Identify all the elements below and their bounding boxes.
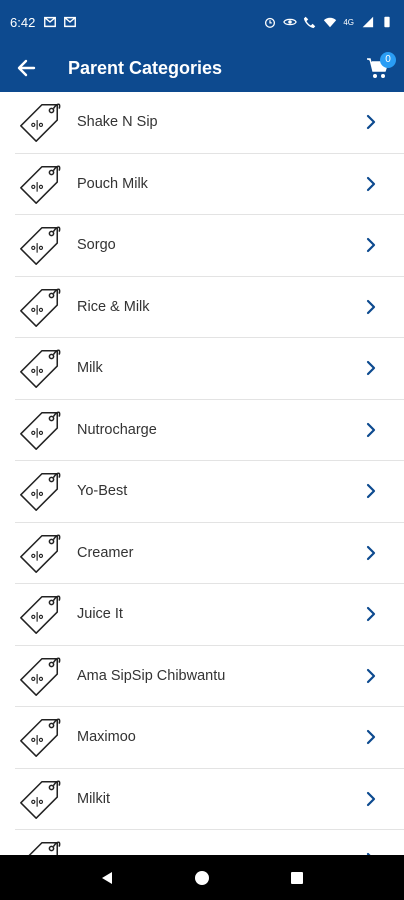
category-label: Sorgo <box>77 237 116 254</box>
price-tag-icon <box>17 591 63 637</box>
category-label: Milk <box>77 360 103 377</box>
battery-icon <box>384 16 390 28</box>
chevron-right-icon <box>364 360 378 376</box>
nav-home-icon[interactable] <box>194 870 210 886</box>
alarm-icon <box>265 17 276 28</box>
network-label: 4G <box>343 17 354 27</box>
nav-back-icon[interactable] <box>99 870 115 886</box>
chevron-right-icon <box>364 545 378 561</box>
chevron-right-icon <box>364 606 378 622</box>
category-item[interactable]: Creamer <box>15 523 404 584</box>
cart-count-badge: 0 <box>380 52 396 68</box>
price-tag-icon <box>17 653 63 699</box>
category-label: Milkit <box>77 790 111 807</box>
category-label: Rice & Milk <box>77 298 150 315</box>
arrow-left-icon <box>17 59 36 77</box>
category-item[interactable] <box>15 830 404 855</box>
price-tag-icon <box>17 284 63 330</box>
price-tag-icon <box>17 345 63 391</box>
chevron-right-icon <box>364 422 378 438</box>
category-label: Ama SipSip Chibwantu <box>77 667 226 684</box>
wifi-call-icon <box>304 16 316 29</box>
chevron-right-icon <box>364 176 378 192</box>
category-item[interactable]: Rice & Milk <box>15 277 404 338</box>
app-bar: Parent Categories 0 <box>0 44 404 92</box>
chevron-right-icon <box>364 668 378 684</box>
chevron-right-icon <box>364 483 378 499</box>
cart-button[interactable]: 0 <box>352 44 404 92</box>
price-tag-icon <box>17 407 63 453</box>
category-label: Juice It <box>77 606 123 623</box>
price-tag-icon <box>17 776 63 822</box>
chevron-right-icon <box>364 791 378 807</box>
page-title: Parent Categories <box>68 57 223 78</box>
status-bar: 6:42 4G <box>0 0 404 44</box>
category-label: Creamer <box>77 544 134 561</box>
category-label: Nutrocharge <box>77 421 157 438</box>
category-label: Pouch Milk <box>77 175 148 192</box>
category-item[interactable]: Ama SipSip Chibwantu <box>15 646 404 707</box>
back-button[interactable] <box>0 44 52 92</box>
category-item[interactable]: Sorgo <box>15 215 404 277</box>
wifi-icon <box>324 17 337 28</box>
gmail-icon <box>44 16 57 28</box>
category-label: Shake N Sip <box>77 114 158 131</box>
chevron-right-icon <box>364 299 378 315</box>
eye-icon <box>283 18 298 26</box>
chevron-right-icon <box>364 237 378 253</box>
price-tag-icon <box>17 530 63 576</box>
price-tag-icon <box>17 99 63 145</box>
chevron-right-icon <box>364 729 378 745</box>
category-item[interactable]: Yo-Best <box>15 461 404 523</box>
status-time: 6:42 <box>10 14 36 30</box>
price-tag-icon <box>17 222 63 268</box>
signal-icon <box>362 16 374 28</box>
category-item[interactable]: Maximoo <box>15 707 404 769</box>
category-list: Shake N Sip Pouch Milk Sorgo Rice & Milk Mil… <box>0 92 404 855</box>
category-item[interactable]: Shake N Sip <box>15 92 404 154</box>
category-label: Yo-Best <box>77 483 128 500</box>
category-item[interactable]: Milk <box>15 338 404 400</box>
price-tag-icon <box>17 468 63 514</box>
nav-recents-icon[interactable] <box>289 870 305 886</box>
category-item[interactable]: Juice It <box>15 584 404 646</box>
category-item[interactable]: Nutrocharge <box>15 400 404 461</box>
chevron-right-icon <box>364 114 378 130</box>
price-tag-icon <box>17 714 63 760</box>
price-tag-icon <box>17 837 63 855</box>
category-item[interactable]: Pouch Milk <box>15 154 404 215</box>
category-item[interactable]: Milkit <box>15 769 404 830</box>
category-label: Maximoo <box>77 729 136 746</box>
system-nav-bar <box>0 855 404 900</box>
gmail-icon <box>64 16 77 28</box>
price-tag-icon <box>17 161 63 207</box>
